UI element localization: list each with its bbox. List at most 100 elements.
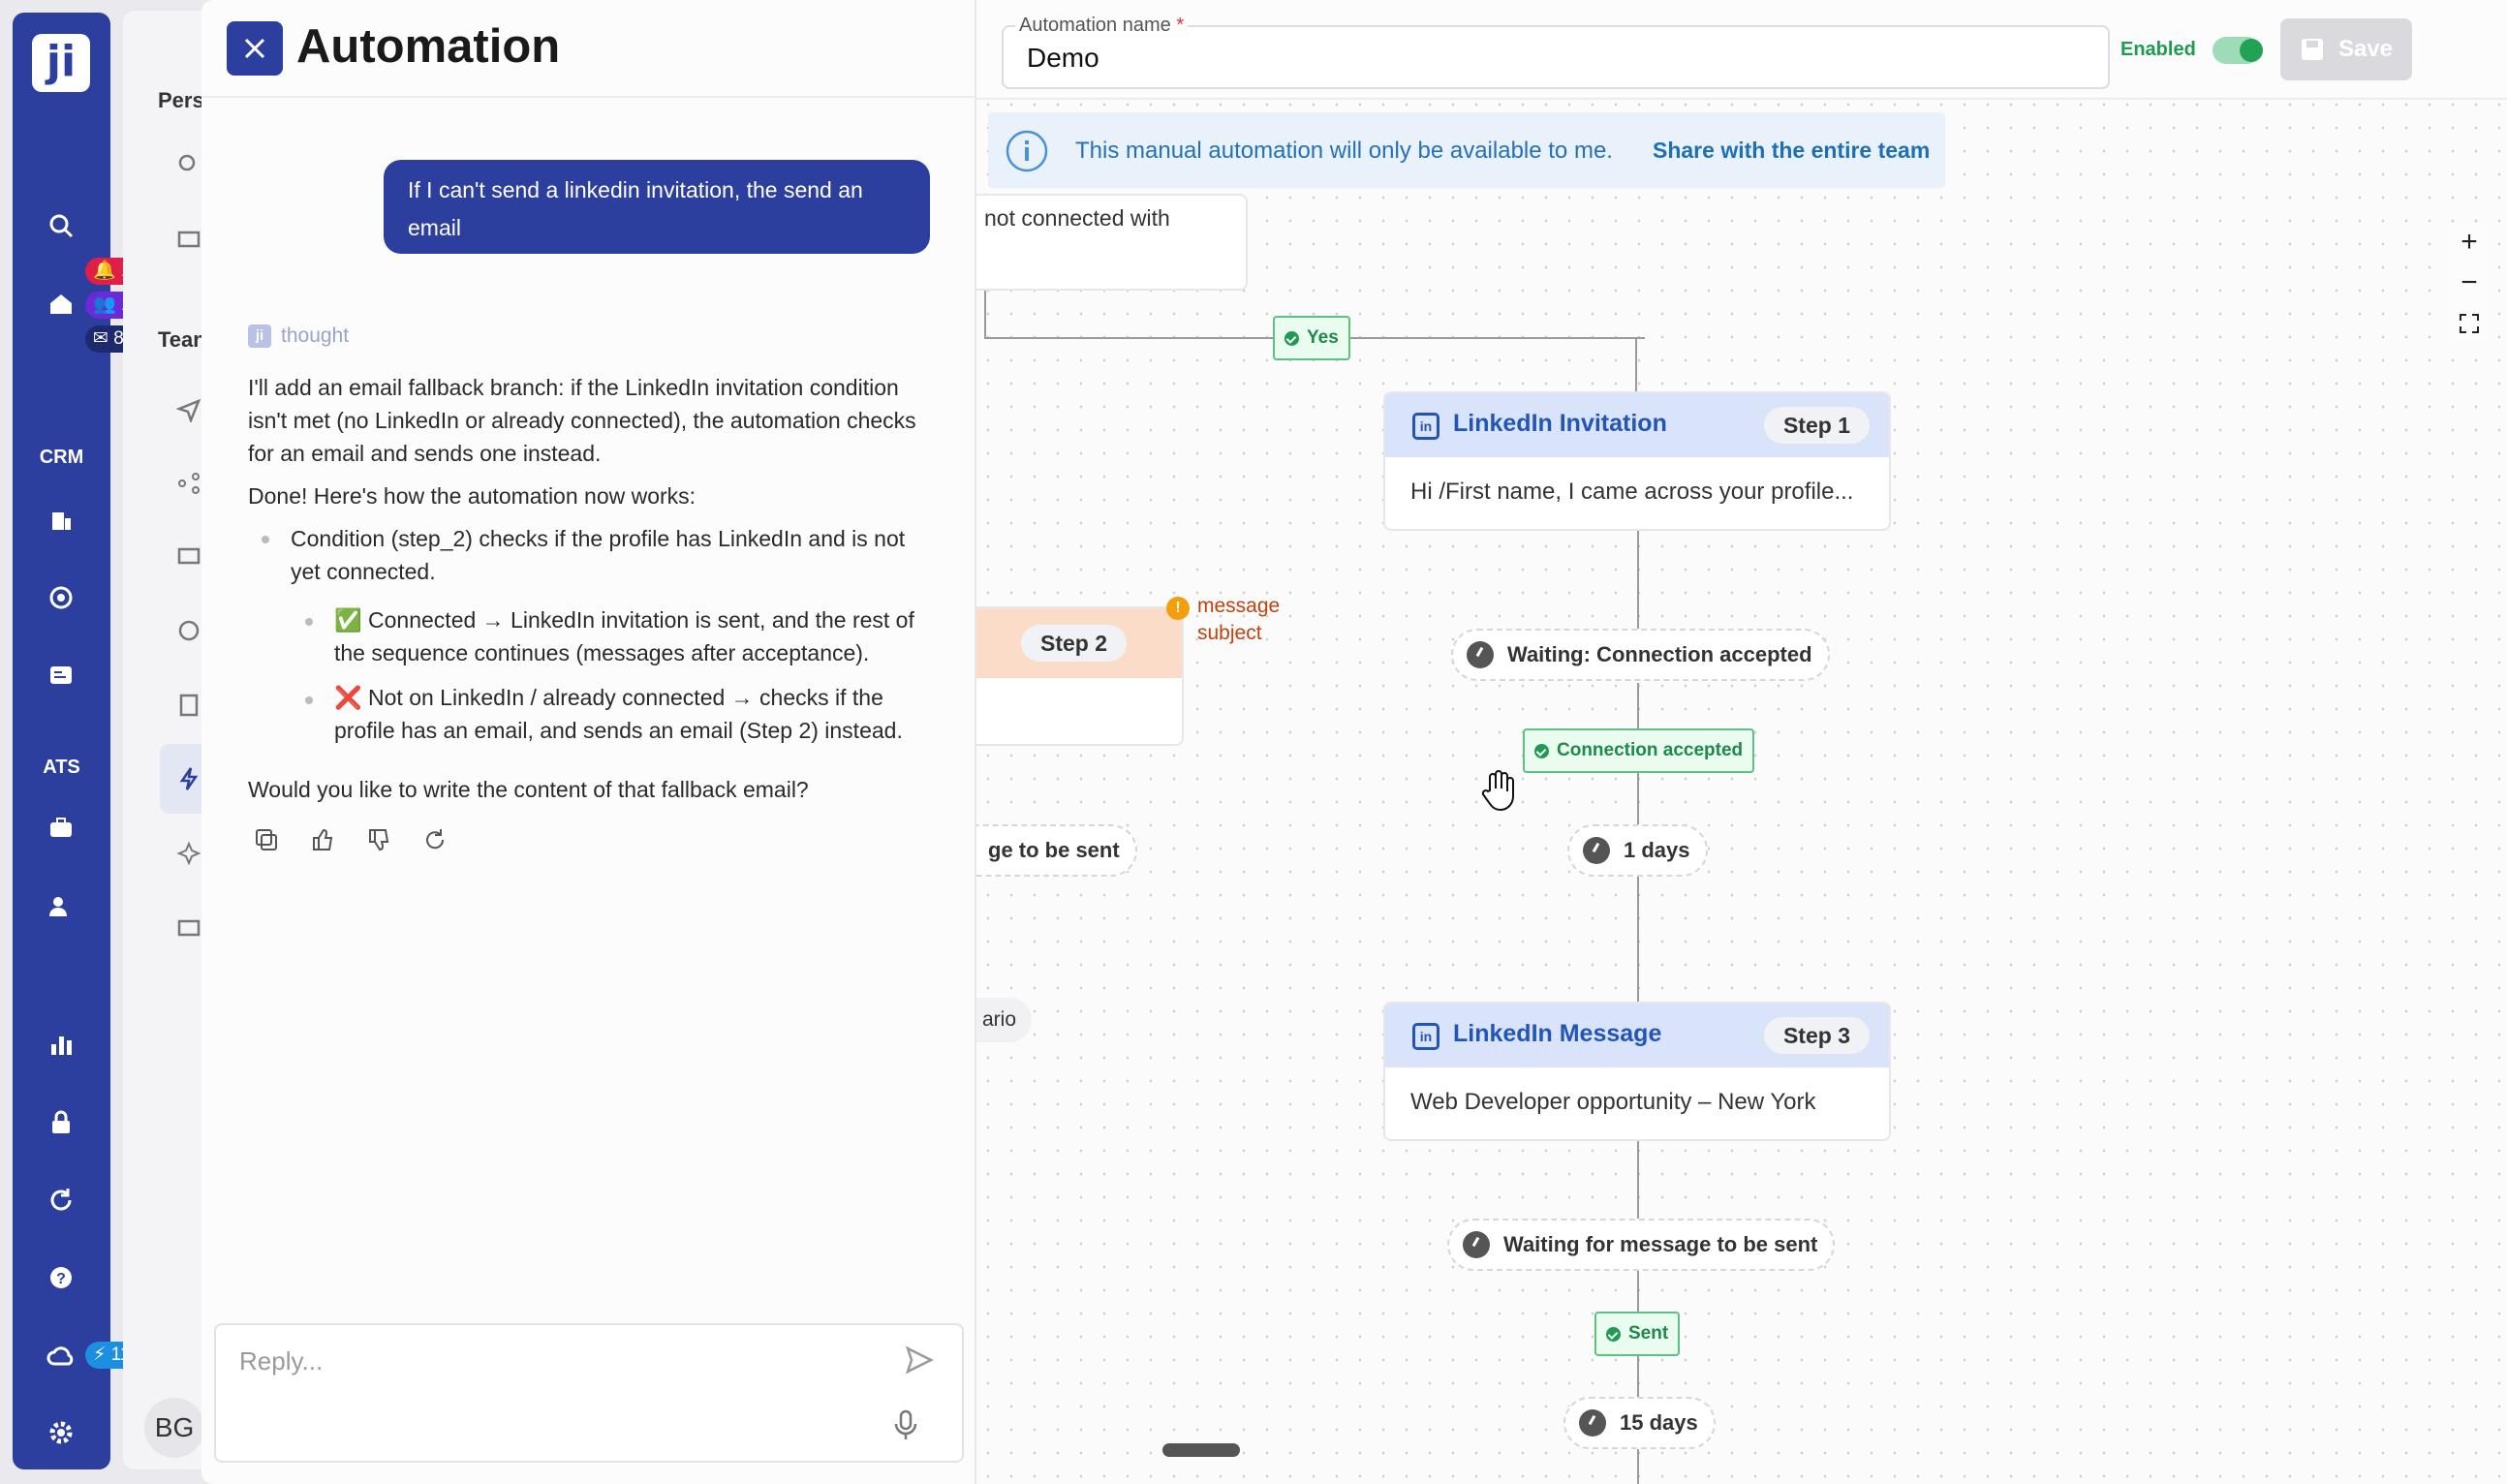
assistant-bullet-1b: ❌ Not on LinkedIn / already connected → …	[334, 685, 903, 743]
inbox-icon[interactable]	[42, 285, 80, 324]
step-card-linkedin-invitation[interactable]: in LinkedIn Invitation Step 1 Hi /First …	[1383, 391, 1891, 531]
warning-subject-label: subject	[1197, 622, 1262, 644]
thumbs-down-icon[interactable]	[362, 823, 395, 856]
condition-node-partial[interactable]: not connected with	[976, 194, 1248, 291]
wait-label: ge to be sent	[988, 838, 1120, 862]
sent-tag: Sent	[1594, 1312, 1681, 1356]
send-icon[interactable]	[904, 1345, 935, 1380]
crm-section-label: CRM	[39, 447, 84, 468]
save-button[interactable]: Save	[2280, 18, 2412, 80]
warning-text: message subject	[1197, 593, 1280, 647]
lock-icon[interactable]	[42, 1103, 80, 1142]
target-icon[interactable]	[42, 578, 80, 617]
yes-branch-tag: Yes	[1273, 316, 1350, 360]
save-label: Save	[2337, 36, 2394, 62]
thumbs-up-icon[interactable]	[306, 823, 339, 856]
step-number-badge: Step 3	[1763, 1017, 1870, 1054]
close-icon	[244, 38, 265, 59]
microphone-icon[interactable]	[890, 1408, 921, 1448]
wait-node-connection[interactable]: Waiting: Connection accepted	[1451, 629, 1830, 681]
step-title: LinkedIn Message	[1453, 1020, 1662, 1047]
connector	[1637, 877, 1639, 1003]
step-card-linkedin-message[interactable]: in LinkedIn Message Step 3 Web Developer…	[1383, 1002, 1891, 1141]
info-icon	[1004, 128, 1050, 179]
zoom-out-button[interactable]: −	[2450, 263, 2489, 302]
step-body: Web Developer opportunity – New York	[1410, 1089, 1816, 1115]
team-section-label: Tean	[158, 327, 206, 352]
thought-indicator[interactable]: ji thought	[248, 325, 349, 348]
wait-node-partial[interactable]: ge to be sent	[976, 824, 1137, 877]
step-card-email-partial[interactable]: Step 2	[976, 606, 1184, 746]
warning-icon[interactable]: !	[1166, 597, 1190, 620]
search-icon[interactable]	[42, 206, 80, 245]
timer-icon	[1579, 1409, 1606, 1437]
bullet-dot	[262, 536, 269, 543]
wait-label: Waiting: Connection accepted	[1507, 642, 1812, 666]
connector	[1637, 1271, 1639, 1484]
divider	[201, 96, 975, 98]
toggle-knob	[2240, 39, 2263, 62]
zoom-in-button[interactable]: +	[2450, 223, 2489, 262]
scenario-label: ario	[982, 1008, 1017, 1031]
step-title: LinkedIn Invitation	[1453, 410, 1667, 437]
timer-icon	[1463, 1231, 1490, 1258]
assistant-paragraph-1: I'll add an email fallback branch: if th…	[248, 375, 916, 466]
companies-icon[interactable]	[42, 501, 80, 540]
automation-canvas[interactable]: not connected with Yes in LinkedIn Invit…	[976, 0, 2507, 1484]
wait-label: Waiting for message to be sent	[1503, 1232, 1818, 1256]
help-icon[interactable]: ?	[42, 1258, 80, 1297]
name-label-text: Automation name	[1019, 15, 1171, 36]
connector	[1635, 337, 1637, 391]
step-body: Hi /First name, I came across your profi…	[1410, 479, 1854, 505]
settings-gear-icon[interactable]	[42, 1413, 80, 1452]
delay-node-1[interactable]: 1 days	[1567, 824, 1708, 877]
enabled-toggle[interactable]	[2213, 37, 2263, 64]
sent-label: Sent	[1628, 1323, 1669, 1344]
message-actions	[250, 823, 451, 856]
analytics-icon[interactable]	[42, 1026, 80, 1065]
linkedin-icon: in	[1412, 413, 1439, 440]
user-avatar[interactable]: BG	[144, 1398, 204, 1458]
refresh-icon[interactable]	[42, 1181, 80, 1220]
close-button[interactable]	[227, 21, 283, 76]
connector	[1637, 1141, 1639, 1219]
check-icon	[1284, 330, 1299, 346]
fit-view-button[interactable]	[2450, 304, 2489, 343]
horizontal-scrollbar-thumb[interactable]	[1162, 1443, 1240, 1457]
assistant-bullet-1: Condition (step_2) checks if the profile…	[291, 526, 906, 584]
connection-accepted-tag: Connection accepted	[1523, 728, 1755, 773]
info-text: This manual automation will only be avai…	[1075, 138, 1613, 164]
delay-node-2[interactable]: 15 days	[1563, 1397, 1716, 1449]
step-number-badge: Step 1	[1763, 407, 1870, 444]
briefcase-icon[interactable]	[42, 809, 80, 848]
save-icon	[2301, 39, 2323, 60]
automation-chat-panel: Automation If I can't send a linkedin in…	[201, 0, 976, 1484]
visibility-info-banner: This manual automation will only be avai…	[988, 112, 1945, 188]
share-with-team-link[interactable]: Share with the entire team	[1653, 138, 1930, 164]
app-logo[interactable]: ji	[32, 34, 90, 92]
copy-icon[interactable]	[250, 823, 283, 856]
warning-message-label: message	[1197, 595, 1281, 617]
timer-icon	[1583, 837, 1610, 864]
contacts-card-icon[interactable]	[42, 656, 80, 695]
automation-name-input[interactable]	[1027, 43, 1996, 74]
candidate-search-icon[interactable]	[42, 887, 80, 926]
ats-section-label: ATS	[43, 757, 80, 778]
editor-topbar: Enabled Save	[976, 0, 2507, 100]
automation-name-label: Automation name *	[1015, 15, 1189, 37]
connector	[1637, 531, 1639, 630]
linkedin-icon: in	[1412, 1023, 1439, 1050]
timer-icon	[1467, 641, 1494, 668]
assistant-question: Would you like to write the content of t…	[248, 777, 809, 802]
svg-text:?: ?	[56, 1271, 66, 1287]
check-icon	[1606, 1326, 1621, 1342]
regenerate-icon[interactable]	[418, 823, 451, 856]
scenario-node-partial[interactable]: ario	[976, 998, 1033, 1042]
connector	[984, 291, 986, 337]
reply-input[interactable]	[239, 1346, 859, 1376]
connection-accepted-label: Connection accepted	[1557, 740, 1744, 760]
bullet-dot	[305, 618, 313, 626]
wait-node-message-sent[interactable]: Waiting for message to be sent	[1447, 1219, 1836, 1271]
personal-section-label: Pers	[158, 88, 204, 112]
cloud-check-icon[interactable]	[42, 1337, 80, 1376]
